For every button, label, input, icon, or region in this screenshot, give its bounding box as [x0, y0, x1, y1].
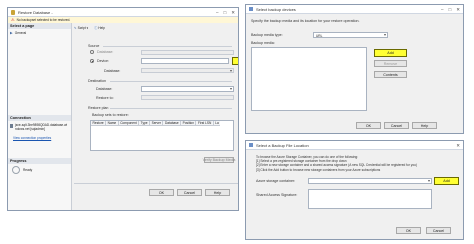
progress-spinner-icon — [12, 166, 20, 174]
location-cancel-button[interactable]: Cancel — [426, 227, 451, 234]
destination-divider — [110, 81, 232, 82]
column-header: Type — [139, 121, 151, 125]
location-ok-button[interactable]: OK — [396, 227, 421, 234]
restore-title-bar: Restore Database - – □ ✕ — [8, 8, 238, 17]
location-title: Select a Backup File Location — [256, 142, 309, 148]
backup-media-type-dropdown[interactable]: URL — [313, 32, 388, 38]
page-item-label: General — [14, 31, 27, 35]
devices-title: Select backup devices — [256, 6, 296, 12]
connection-header: Connection — [8, 115, 71, 121]
column-header: First LSN — [196, 121, 214, 125]
restore-plan-divider — [110, 108, 232, 109]
restore-footer-divider — [74, 183, 238, 184]
column-header: Name — [106, 121, 119, 125]
restore-plan-header: Restore plan — [88, 106, 109, 110]
source-header: Source — [88, 44, 100, 48]
devices-ok-button[interactable]: OK — [356, 122, 381, 129]
devices-remove-button[interactable]: Remove — [374, 60, 407, 67]
connection-server-text: jsve-sqlt.3he9898QDAD.database.wi ndows.… — [15, 123, 68, 131]
source-device-radio[interactable] — [90, 59, 94, 63]
restore-database-window: Restore Database - – □ ✕ ⚠ No backupset … — [7, 7, 239, 211]
restore-help-button[interactable]: Help — [205, 189, 230, 196]
sas-textbox[interactable] — [308, 189, 432, 209]
backup-media-list[interactable] — [251, 47, 367, 111]
devices-add-button[interactable]: Add — [374, 49, 407, 57]
location-instructions: To browse the Azure Storage Container, y… — [256, 155, 417, 172]
close-icon[interactable]: ✕ — [456, 7, 460, 12]
help-icon: ⓘ — [94, 26, 98, 30]
help-label: Help — [98, 26, 105, 30]
backup-file-location-window: Select a Backup File Location ✕ To brows… — [245, 140, 464, 240]
progress-status: Ready — [12, 166, 32, 174]
warning-icon: ⚠ — [11, 17, 15, 22]
destination-header: Destination — [88, 79, 106, 83]
warning-text: No backupset selected to be restored. — [16, 18, 71, 22]
window-icon — [249, 7, 253, 11]
azure-container-dropdown[interactable] — [308, 178, 432, 184]
script-icon: ✎ — [74, 25, 77, 30]
progress-header: Progress — [8, 158, 71, 164]
destination-database-label: Database: — [96, 87, 113, 91]
column-header: Server — [150, 121, 164, 125]
devices-cancel-button[interactable]: Cancel — [384, 122, 409, 129]
restore-title: Restore Database - — [18, 9, 53, 15]
select-page-header: Select a page — [8, 23, 71, 29]
help-button[interactable]: ⓘ Help — [94, 25, 105, 30]
column-header: La — [215, 121, 219, 125]
sas-label: Shared Access Signature: — [256, 193, 298, 197]
source-divider — [103, 46, 232, 47]
source-device-field[interactable] — [141, 58, 229, 64]
minimize-icon[interactable]: – — [441, 7, 444, 12]
restore-cancel-button[interactable]: Cancel — [177, 189, 202, 196]
devices-help-button[interactable]: Help — [412, 122, 437, 129]
restore-toolbar: ✎ Script ▾ ⓘ Help — [74, 25, 105, 31]
restore-to-field — [141, 95, 234, 100]
column-header: Component — [119, 121, 140, 125]
page-icon: ▶ — [10, 31, 13, 35]
maximize-icon[interactable]: □ — [224, 10, 227, 15]
source-device-database-dropdown[interactable] — [141, 68, 234, 73]
database-icon — [11, 9, 15, 15]
azure-container-label: Azure storage container: — [256, 179, 296, 183]
restore-ok-button[interactable]: OK — [149, 189, 174, 196]
source-database-label: Database: — [97, 50, 114, 54]
column-header: Position — [181, 121, 197, 125]
script-label: Script — [77, 25, 86, 30]
devices-instruction: Specify the backup media and its locatio… — [251, 19, 360, 23]
minimize-icon[interactable]: – — [216, 10, 219, 15]
source-database-radio[interactable] — [90, 50, 94, 54]
left-pane: Select a page ▶ General Connection jsve-… — [8, 23, 72, 210]
source-device-label: Device: — [97, 59, 109, 63]
view-connection-properties-link[interactable]: View connection properties — [13, 136, 51, 140]
media-type-value: URL — [316, 33, 323, 38]
browse-device-button[interactable] — [232, 57, 238, 65]
select-backup-devices-window: Select backup devices – □ ✕ Specify the … — [245, 4, 464, 134]
close-icon[interactable]: ✕ — [231, 10, 235, 15]
devices-contents-button[interactable]: Contents — [374, 71, 407, 78]
maximize-icon[interactable]: □ — [449, 7, 452, 12]
destination-database-dropdown[interactable] — [141, 86, 234, 92]
backup-sets-columns: Restore Name Component Type Server Datab… — [91, 121, 221, 126]
progress-status-text: Ready — [23, 168, 33, 172]
script-button[interactable]: ✎ Script ▾ — [74, 26, 88, 30]
backup-media-label: Backup media: — [251, 41, 275, 45]
server-icon — [10, 124, 13, 128]
close-icon[interactable]: ✕ — [456, 143, 460, 148]
source-database-dropdown[interactable] — [141, 50, 234, 55]
devices-title-bar: Select backup devices – □ ✕ — [246, 5, 463, 14]
column-header: Restore — [91, 121, 107, 125]
backup-sets-label: Backup sets to restore: — [92, 113, 129, 117]
backup-media-type-label: Backup media type: — [251, 33, 283, 37]
destination-restore-to-label: Restore to: — [96, 96, 114, 100]
source-device-database-label: Database: — [104, 69, 121, 73]
location-title-bar: Select a Backup File Location ✕ — [246, 141, 463, 150]
window-icon — [249, 143, 253, 147]
verify-backup-media-button[interactable]: Verify Backup Media — [203, 157, 235, 163]
connection-info: jsve-sqlt.3he9898QDAD.database.wi ndows.… — [10, 123, 67, 131]
column-header: Database — [163, 121, 182, 125]
location-add-button[interactable]: Add — [434, 177, 459, 185]
page-item-general[interactable]: ▶ General — [10, 31, 26, 35]
